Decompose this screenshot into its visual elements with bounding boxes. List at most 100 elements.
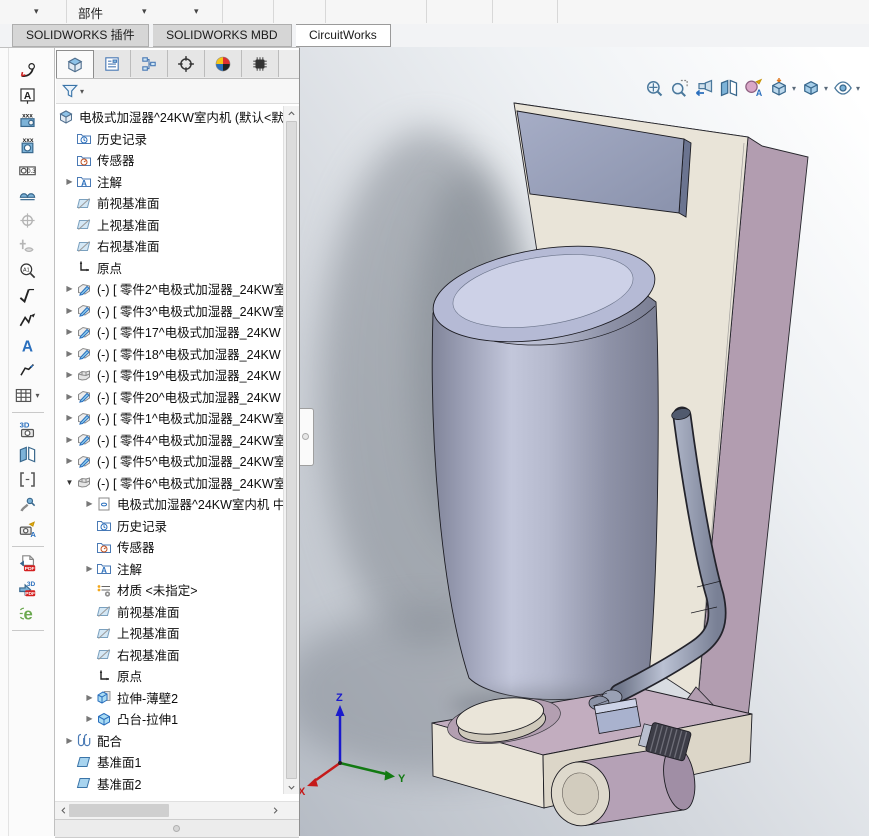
tree-row[interactable]: 前视基准面	[55, 601, 283, 623]
tree-row[interactable]: ▶拉伸-薄壁2	[55, 687, 283, 709]
tolerance-precision-button[interactable]: 0.3	[6, 158, 48, 183]
tree-row[interactable]: ▶凸台-拉伸1	[55, 708, 283, 730]
dropdown-caret-icon[interactable]: ▾	[792, 84, 796, 93]
expand-arrow-icon[interactable]: ▶	[63, 284, 76, 293]
expand-arrow-icon[interactable]: ▶	[83, 693, 96, 702]
model-3d-view[interactable]: Z X Y	[300, 47, 869, 836]
tree-row[interactable]: 材质 <未指定>	[55, 579, 283, 601]
expand-arrow-icon[interactable]: ▶	[63, 413, 76, 422]
scroll-down-button[interactable]	[284, 780, 299, 794]
toolbar-dropdown-caret[interactable]: ▾	[194, 6, 199, 17]
tree-row[interactable]: ▶(-) [ 零件4^电极式加湿器_24KW室	[55, 429, 283, 451]
zoom-to-area-button[interactable]	[667, 76, 692, 100]
tree-row[interactable]: 传感器	[55, 149, 283, 171]
tree-row[interactable]: ▶(-) [ 零件18^电极式加湿器_24KW	[55, 343, 283, 365]
expand-arrow-icon[interactable]: ▶	[63, 736, 76, 745]
capture-3d-view-button[interactable]: A	[6, 517, 48, 542]
geometric-tolerance-button[interactable]	[6, 183, 48, 208]
collapse-arrow-icon[interactable]: ▼	[63, 478, 76, 487]
dropdown-caret-icon[interactable]: ▾	[856, 84, 860, 93]
tab-circuitworks[interactable]: CircuitWorks	[296, 24, 391, 47]
dynamic-section-button[interactable]	[6, 442, 48, 467]
tree-row[interactable]: ▶A注解	[55, 558, 283, 580]
fm-tab-propertymanager[interactable]	[94, 50, 131, 77]
filter-button[interactable]: ▾	[61, 82, 84, 100]
panel-splitter[interactable]	[55, 819, 299, 838]
tree-row[interactable]: ▶(-) [ 零件1^电极式加湿器_24KW室	[55, 407, 283, 429]
balloon-button[interactable]: A1	[6, 258, 48, 283]
dropdown-caret-icon[interactable]: ▾	[80, 87, 84, 96]
tree-row[interactable]: 上视基准面	[55, 622, 283, 644]
tree-vertical-scrollbar[interactable]	[283, 106, 299, 794]
expand-arrow-icon[interactable]: ▶	[83, 714, 96, 723]
tree-row[interactable]: 上视基准面	[55, 214, 283, 236]
expand-arrow-icon[interactable]: ▶	[63, 392, 76, 401]
export-3d-pdf-button[interactable]: 3DPDF	[6, 576, 48, 601]
dropdown-caret-icon[interactable]: ▾	[35, 391, 39, 400]
3d-drawing-view-button[interactable]: 3D	[6, 417, 48, 442]
multi-jog-leader-button[interactable]	[6, 358, 48, 383]
tree-row[interactable]: 电极式加湿器^24KW室内机 (默认<默	[55, 106, 283, 128]
annotation-probe-button[interactable]	[6, 492, 48, 517]
auto-dimension-button[interactable]	[6, 58, 48, 83]
tree-row[interactable]: 原点	[55, 257, 283, 279]
scrollbar-thumb[interactable]	[69, 804, 169, 817]
expand-arrow-icon[interactable]: ▶	[63, 370, 76, 379]
datum-feature-button[interactable]	[6, 208, 48, 233]
tree-row[interactable]: 基准面1	[55, 751, 283, 773]
expand-arrow-icon[interactable]: ▶	[63, 435, 76, 444]
general-table-button[interactable]: ▾	[6, 383, 48, 408]
compare-documents-button[interactable]	[6, 467, 48, 492]
expand-arrow-icon[interactable]: ▶	[63, 349, 76, 358]
text-note-button[interactable]: A	[6, 333, 48, 358]
note-button[interactable]: A	[6, 83, 48, 108]
expand-arrow-icon[interactable]: ▶	[63, 327, 76, 336]
edit-appearance-button[interactable]: A	[742, 76, 767, 100]
view-orientation-button[interactable]	[767, 76, 792, 100]
tree-row[interactable]: 历史记录	[55, 515, 283, 537]
datum-target-button[interactable]: xxx	[6, 133, 48, 158]
display-style-button[interactable]	[799, 76, 824, 100]
tree-row[interactable]: ▶配合	[55, 730, 283, 752]
tree-row[interactable]: ▶(-) [ 零件17^电极式加湿器_24KW	[55, 321, 283, 343]
tree-row[interactable]: ▶A注解	[55, 171, 283, 193]
toolbar-dropdown-caret[interactable]: ▾	[142, 6, 147, 17]
scrollbar-thumb[interactable]	[286, 121, 297, 779]
previous-view-button[interactable]	[692, 76, 717, 100]
expand-arrow-icon[interactable]: ▶	[63, 456, 76, 465]
tree-row[interactable]: ▶(-) [ 零件2^电极式加湿器_24KW室	[55, 278, 283, 300]
water-tank[interactable]	[426, 232, 661, 699]
tree-row[interactable]: ▶(-) [ 零件20^电极式加湿器_24KW	[55, 386, 283, 408]
expand-arrow-icon[interactable]: ▶	[83, 564, 96, 573]
tab-solidworks-addins[interactable]: SOLIDWORKS 插件	[12, 24, 149, 47]
scroll-right-button[interactable]	[268, 802, 283, 819]
tree-row[interactable]: 历史记录	[55, 128, 283, 150]
tree-row[interactable]: 右视基准面	[55, 644, 283, 666]
expand-arrow-icon[interactable]: ▶	[63, 306, 76, 315]
surface-finish-button[interactable]	[6, 283, 48, 308]
fm-tab-featuremanager-design-tree[interactable]	[56, 50, 94, 78]
graphics-viewport[interactable]: Z X Y A ▾ ▾ ▾	[300, 47, 869, 836]
fm-tab-displaymanager[interactable]	[205, 50, 242, 77]
zoom-to-fit-button[interactable]	[642, 76, 667, 100]
hide-show-items-button[interactable]	[831, 76, 856, 100]
dropdown-caret-icon[interactable]: ▾	[824, 84, 828, 93]
expand-arrow-icon[interactable]: ▶	[83, 499, 96, 508]
tree-row[interactable]: ▼(-) [ 零件6^电极式加湿器_24KW室	[55, 472, 283, 494]
tree-row[interactable]: ▶(-) [ 零件5^电极式加湿器_24KW室	[55, 450, 283, 472]
fm-tab-dimxpertmanager[interactable]	[168, 50, 205, 77]
fm-tab-circuitworks-tree[interactable]	[242, 50, 279, 77]
publish-edrawings-button[interactable]: e	[6, 601, 48, 626]
expand-arrow-icon[interactable]: ▶	[63, 177, 76, 186]
tree-row[interactable]: ▶(-) [ 零件19^电极式加湿器_24KW	[55, 364, 283, 386]
tree-row[interactable]: ▶(-) [ 零件3^电极式加湿器_24KW室	[55, 300, 283, 322]
toolbar-dropdown-caret[interactable]: ▾	[34, 6, 39, 17]
tree-row[interactable]: 原点	[55, 665, 283, 687]
fm-tab-configurationmanager[interactable]	[131, 50, 168, 77]
section-view-button[interactable]	[717, 76, 742, 100]
publish-3d-pdf-button[interactable]: PDF	[6, 551, 48, 576]
panel-collapse-handle[interactable]	[300, 408, 314, 466]
tree-horizontal-scrollbar[interactable]	[55, 801, 299, 819]
tree-row[interactable]: 前视基准面	[55, 192, 283, 214]
tab-solidworks-mbd[interactable]: SOLIDWORKS MBD	[153, 24, 291, 47]
